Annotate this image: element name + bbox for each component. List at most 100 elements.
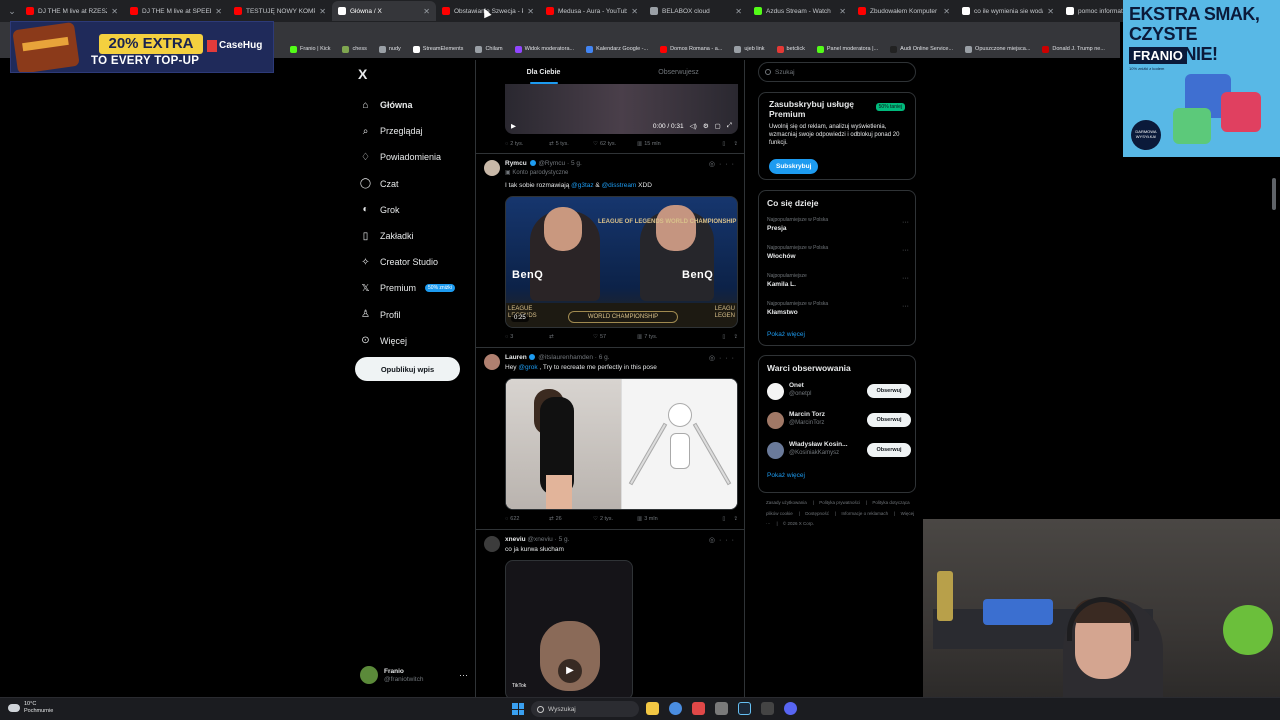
more-dots-icon[interactable]: ··· bbox=[719, 355, 738, 362]
tweet-images[interactable] bbox=[505, 378, 738, 510]
grok-icon[interactable]: ◎ bbox=[709, 537, 719, 544]
bookmark[interactable]: Chilam bbox=[475, 45, 503, 53]
franio-ad[interactable]: EKSTRA SMAK, CZYSTE SUMIENIE! FRANIO 10%… bbox=[1123, 0, 1280, 157]
trend-item[interactable]: Najpopularniejsze w Polska Presja ··· bbox=[767, 217, 909, 232]
bookmark-icon[interactable]: ▯ bbox=[722, 334, 725, 340]
pose-drawing-image[interactable] bbox=[621, 379, 737, 509]
browser-tab[interactable]: BELABOX cloud ✕ bbox=[644, 1, 748, 21]
nav-item-home[interactable]: ⌂ Główna bbox=[360, 92, 455, 118]
captions-icon[interactable]: ▢ bbox=[715, 122, 721, 130]
mention-link[interactable]: @disstream bbox=[602, 182, 637, 189]
follow-button[interactable]: Obserwuj bbox=[867, 413, 911, 427]
suggested-account[interactable]: Władysław Kosin... @KosiniakKamysz Obserwu… bbox=[767, 441, 911, 461]
nav-item-bell[interactable]: ♢ Powiadomienia bbox=[360, 144, 455, 170]
tab-for-you[interactable]: Dla Ciebie bbox=[476, 60, 611, 84]
fullscreen-icon[interactable]: ⤢ bbox=[727, 122, 732, 130]
nav-item-search[interactable]: ⌕ Przeglądaj bbox=[360, 118, 455, 144]
play-icon[interactable]: ▶ bbox=[511, 122, 516, 130]
account-name[interactable]: Władysław Kosin... bbox=[789, 441, 848, 448]
weather-widget[interactable]: 10°C Pochmurnie bbox=[8, 701, 53, 714]
nav-item-chat[interactable]: ◯ Czat bbox=[360, 171, 455, 197]
tweet-time[interactable]: 6 g. bbox=[599, 354, 610, 361]
bookmark-icon[interactable]: ▯ bbox=[722, 141, 725, 147]
share-icon[interactable]: ⇪ bbox=[733, 334, 738, 340]
more-dots-icon[interactable]: ··· bbox=[719, 537, 738, 544]
more-dots-icon[interactable]: ··· bbox=[902, 303, 909, 310]
reply-button[interactable]: ◌ 3 bbox=[505, 334, 549, 340]
nav-item-profile[interactable]: ♙ Profil bbox=[360, 302, 455, 328]
discord-icon[interactable] bbox=[784, 702, 797, 715]
more-dots-icon[interactable]: ··· bbox=[459, 670, 468, 680]
repost-button[interactable]: ⇄ bbox=[549, 334, 593, 340]
author-handle[interactable]: @xneviu bbox=[527, 536, 552, 543]
close-icon[interactable]: ✕ bbox=[215, 7, 222, 16]
browser-tab[interactable]: Medusa - Aura - YouTube ✕ bbox=[540, 1, 644, 21]
author-handle[interactable]: @itslaurenhamden bbox=[538, 354, 593, 361]
post-button[interactable]: Opublikuj wpis bbox=[355, 357, 460, 381]
chrome-icon[interactable] bbox=[669, 702, 682, 715]
browser-tab[interactable]: co ile wymienia sie woda ✕ bbox=[956, 1, 1060, 21]
x-logo-icon[interactable]: X bbox=[358, 66, 367, 82]
suggested-account[interactable]: Marcin Torz @MarcinTorz Obserwuj bbox=[767, 411, 911, 431]
views-button[interactable]: ▥ 7 tys. bbox=[637, 334, 695, 340]
more-dots-icon[interactable]: ··· bbox=[719, 161, 738, 168]
close-icon[interactable]: ✕ bbox=[527, 7, 534, 16]
photo-image[interactable] bbox=[506, 379, 621, 509]
browser-tab[interactable]: DJ THE M live at SPEEDLAND ✕ bbox=[124, 1, 228, 21]
browser-tab[interactable]: Zbudowałem Komputer ✕ bbox=[852, 1, 956, 21]
close-icon[interactable]: ✕ bbox=[943, 7, 950, 16]
steam-icon[interactable] bbox=[738, 702, 751, 715]
tweet-time[interactable]: 5 g. bbox=[571, 160, 582, 167]
browser-tab[interactable]: Główna / X ✕ bbox=[332, 1, 436, 21]
close-icon[interactable]: ✕ bbox=[631, 7, 638, 16]
grok-icon[interactable]: ◎ bbox=[709, 355, 719, 362]
browser-tab[interactable]: Azdus Stream - Watch ✕ bbox=[748, 1, 852, 21]
bookmark[interactable]: betclick bbox=[776, 45, 805, 53]
settings-icon[interactable]: ⚙ bbox=[703, 122, 709, 130]
show-more-link[interactable]: Pokaż więcej bbox=[767, 331, 805, 338]
bookmark[interactable]: Panel moderatora |... bbox=[816, 45, 878, 53]
bookmark[interactable]: StreamElements bbox=[412, 45, 463, 53]
follow-button[interactable]: Obserwuj bbox=[867, 384, 911, 398]
share-icon[interactable]: ⇪ bbox=[733, 516, 738, 522]
account-name[interactable]: Onet bbox=[789, 382, 804, 389]
mention-link[interactable]: @g3taz bbox=[571, 182, 594, 189]
app-icon[interactable] bbox=[761, 702, 774, 715]
tweet-video[interactable]: LEAGUE OF LEGENDS WORLD CHAMPIONSHIP Ben… bbox=[505, 196, 738, 328]
avatar[interactable] bbox=[767, 412, 784, 429]
avatar[interactable] bbox=[767, 442, 784, 459]
footer-link[interactable]: Dostępność bbox=[805, 511, 829, 516]
account-switcher[interactable]: Franio @franiotwitch ··· bbox=[360, 666, 468, 684]
subscribe-button[interactable]: Subskrybuj bbox=[769, 159, 819, 174]
windows-start-icon[interactable] bbox=[512, 703, 524, 715]
author-handle[interactable]: @Rymcu bbox=[538, 160, 565, 167]
bookmark[interactable]: Kalendarz Google -... bbox=[586, 45, 648, 53]
search-input[interactable]: Szukaj bbox=[758, 62, 916, 82]
nav-item-bookmark[interactable]: ▯ Zakładki bbox=[360, 223, 455, 249]
bookmark[interactable]: Franio | Kick bbox=[290, 45, 330, 53]
close-icon[interactable]: ✕ bbox=[111, 7, 118, 16]
avatar[interactable] bbox=[767, 383, 784, 400]
nav-item-premium[interactable]: 𝕏 Premium 50% zniżki bbox=[360, 275, 455, 301]
play-icon[interactable]: ▶ bbox=[558, 659, 582, 683]
suggested-account[interactable]: Onet @onetpl Obserwuj bbox=[767, 382, 911, 402]
footer-link[interactable]: Polityka prywatności bbox=[819, 500, 860, 505]
bookmark[interactable]: ujeb link bbox=[734, 45, 765, 53]
close-icon[interactable]: ✕ bbox=[319, 7, 326, 16]
mention-link[interactable]: @grok bbox=[518, 364, 537, 371]
footer-link[interactable]: © 2026 X Corp. bbox=[783, 521, 814, 526]
app-icon[interactable] bbox=[692, 702, 705, 715]
nav-item-more[interactable]: ⊙ Więcej bbox=[360, 328, 455, 354]
views-button[interactable]: ▥ 15 mln bbox=[637, 141, 695, 147]
bookmark[interactable]: nudy bbox=[378, 45, 401, 53]
close-icon[interactable]: ✕ bbox=[1047, 7, 1054, 16]
reply-button[interactable]: ◌ 2 tys. bbox=[505, 141, 549, 147]
tweet-video[interactable]: ▶ TikTok bbox=[505, 560, 633, 697]
app-icon[interactable] bbox=[715, 702, 728, 715]
page-scrollbar[interactable] bbox=[1272, 178, 1276, 210]
tab-search-icon[interactable]: ⌄ bbox=[4, 3, 20, 19]
avatar[interactable] bbox=[484, 354, 500, 370]
bookmark[interactable]: Opuszczone miejsca... bbox=[965, 45, 1030, 53]
footer-link[interactable]: Zasady użytkowania bbox=[766, 500, 807, 505]
like-button[interactable]: ♡ 57 bbox=[593, 334, 637, 340]
